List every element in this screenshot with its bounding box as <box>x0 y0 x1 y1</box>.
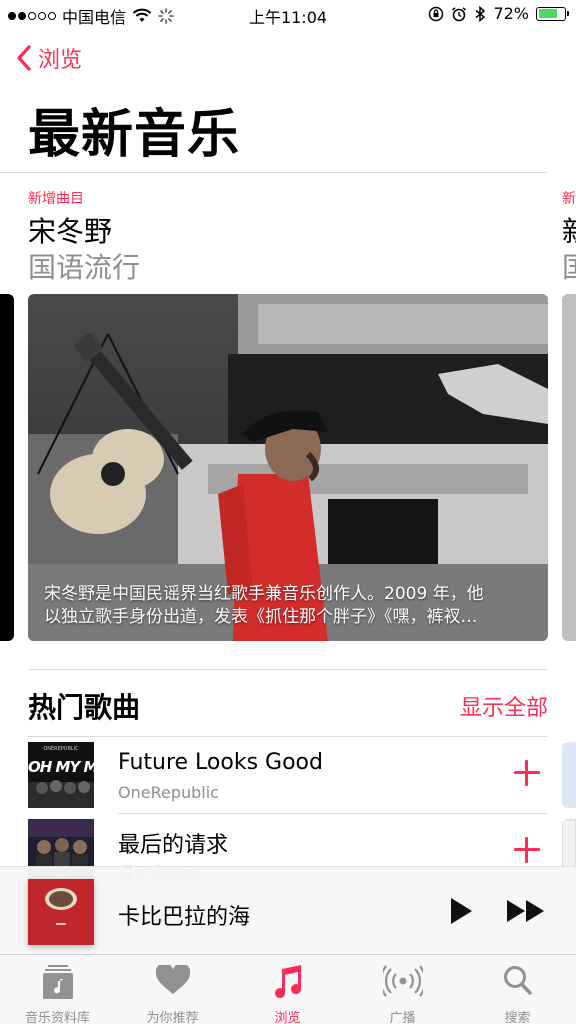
tab-search[interactable]: 搜索 <box>460 955 575 1024</box>
bluetooth-icon <box>475 5 486 22</box>
feature-subtitle: 国语流行 <box>28 251 141 284</box>
show-all-link[interactable]: 显示全部 <box>460 690 548 722</box>
feature-caption-line-2: 以独立歌手身份出道，发表《抓住那个胖子》《嘿，裤衩… <box>44 607 478 627</box>
feature-caption-line-1: 宋冬野是中国民谣界当红歌手兼音乐创作人。2009 年，他 <box>44 584 484 604</box>
section-divider <box>28 669 548 670</box>
search-icon <box>503 966 532 995</box>
songs-top-divider <box>28 736 548 737</box>
back-button[interactable]: 浏览 <box>16 42 82 74</box>
now-playing-title: 卡比巴拉的海 <box>118 905 251 930</box>
tab-label: 音乐资料库 <box>24 1011 90 1024</box>
add-song-button[interactable] <box>514 760 540 786</box>
radio-icon <box>382 965 423 997</box>
tab-label: 浏览 <box>274 1011 301 1024</box>
previous-card-peek[interactable] <box>0 294 14 641</box>
now-playing-art <box>28 879 94 945</box>
now-playing-art-image <box>28 879 94 945</box>
album-art-small-text: ONEREPUBLIC <box>43 746 79 752</box>
next-card-tag: 新 <box>562 191 576 207</box>
next-card-title: 新 <box>562 210 576 250</box>
tab-for-you[interactable]: 为你推荐 <box>115 955 230 1024</box>
tab-browse[interactable]: 浏览 <box>230 955 345 1024</box>
album-art: ONEREPUBLIC OH MY MY <box>28 742 94 808</box>
next-column-peek[interactable] <box>562 742 576 808</box>
chevron-left-icon <box>17 45 31 71</box>
hot-songs-title: 热门歌曲 <box>28 691 141 724</box>
feature-tag: 新增曲目 <box>28 191 84 207</box>
title-divider <box>0 172 548 173</box>
status-right: 72% <box>428 4 569 23</box>
tab-bar: 音乐资料库 为你推荐 浏览 广播 搜索 <box>0 954 576 1024</box>
battery-icon <box>536 6 569 21</box>
play-icon[interactable] <box>448 897 474 925</box>
song-title: Future Looks Good <box>118 750 323 775</box>
tab-label: 广播 <box>389 1011 416 1024</box>
orientation-lock-icon <box>429 6 444 21</box>
page-title: 最新音乐 <box>28 105 241 165</box>
tab-library[interactable]: 音乐资料库 <box>0 955 115 1024</box>
feature-card[interactable]: 宋冬野是中国民谣界当红歌手兼音乐创作人。2009 年，他 以独立歌手身份出道，发… <box>28 294 548 641</box>
status-bar: 中国电信 上午11:04 72% <box>0 0 576 30</box>
tab-label: 为你推荐 <box>146 1011 199 1024</box>
alarm-icon <box>452 6 467 21</box>
fast-forward-icon[interactable] <box>506 899 546 923</box>
next-card-subtitle: 国 <box>562 246 576 286</box>
feature-caption: 宋冬野是中国民谣界当红歌手兼音乐创作人。2009 年，他 以独立歌手身份出道，发… <box>44 583 532 629</box>
song-divider <box>118 813 548 814</box>
tab-radio[interactable]: 广播 <box>345 955 460 1024</box>
back-label: 浏览 <box>38 48 83 73</box>
heart-icon <box>155 965 190 994</box>
album-art-text: OH MY MY <box>28 758 94 776</box>
tab-label: 搜索 <box>504 1011 531 1024</box>
add-song-button[interactable] <box>514 837 540 863</box>
music-note-icon <box>274 965 301 999</box>
song-title: 最后的请求 <box>118 833 229 858</box>
battery-percent: 72% <box>493 4 529 23</box>
song-artist: OneRepublic <box>118 783 219 802</box>
next-card-peek[interactable] <box>562 294 576 641</box>
library-icon <box>42 965 73 999</box>
mini-player[interactable]: 卡比巴拉的海 <box>0 866 576 954</box>
feature-title[interactable]: 宋冬野 <box>28 210 112 250</box>
song-row[interactable]: ONEREPUBLIC OH MY MY Future Looks Good O… <box>28 738 548 814</box>
